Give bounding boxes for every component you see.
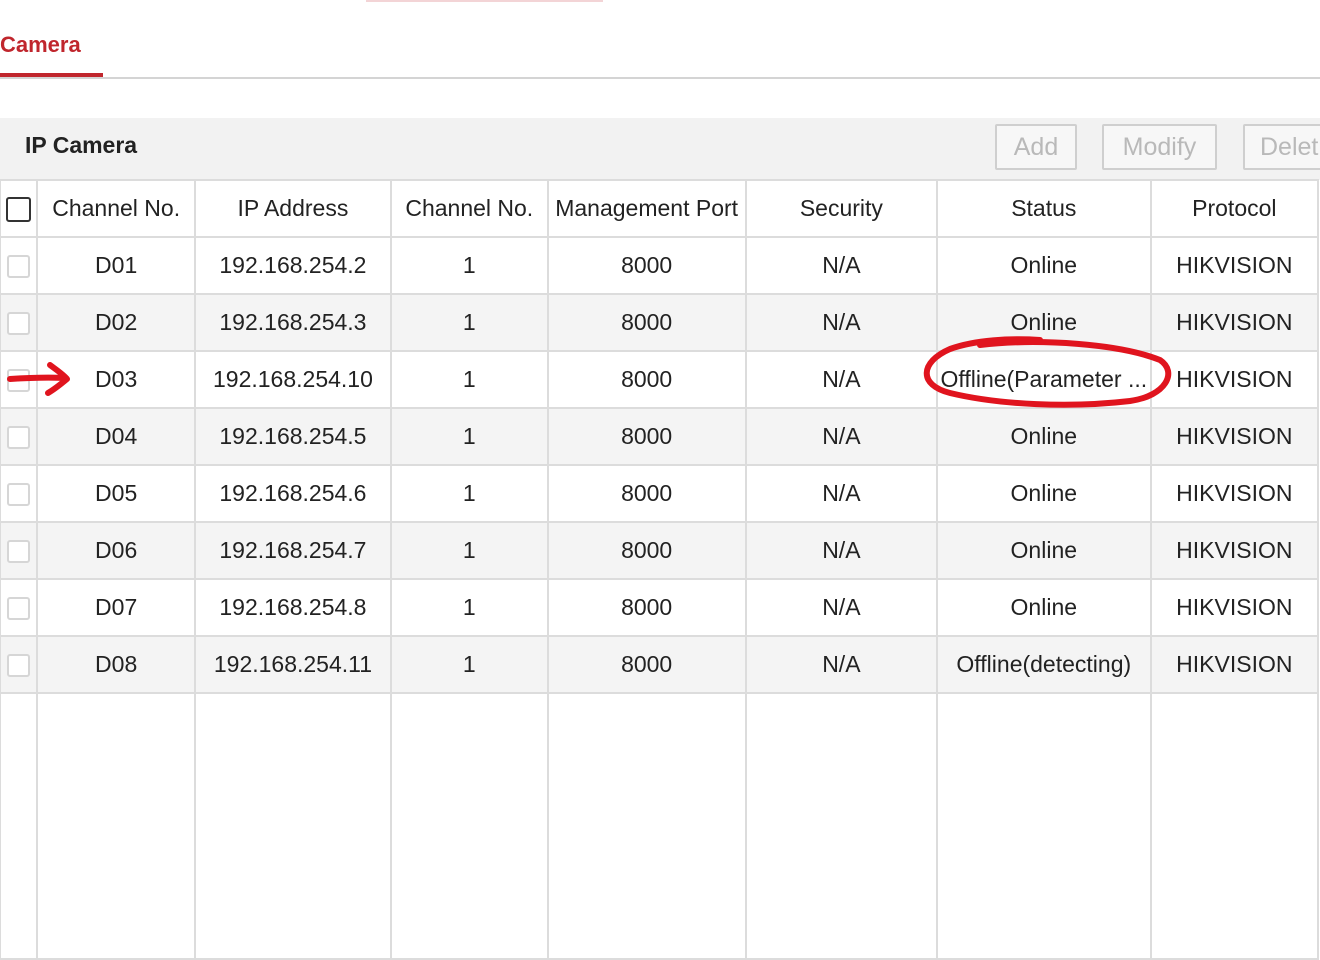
row-checkbox[interactable] bbox=[7, 255, 31, 279]
row-checkbox[interactable] bbox=[7, 312, 31, 336]
table-row[interactable]: D06 192.168.254.7 1 8000 N/A Online HIKV… bbox=[0, 521, 1320, 580]
add-button[interactable]: Add bbox=[995, 124, 1077, 170]
security-cell: N/A bbox=[744, 521, 938, 580]
protocol-cell: HIKVISION bbox=[1149, 464, 1320, 523]
row-select-cell bbox=[0, 236, 39, 295]
select-all-cell bbox=[0, 179, 39, 238]
protocol-cell: HIKVISION bbox=[1149, 635, 1320, 694]
row-select-cell bbox=[0, 464, 39, 523]
channel-number-cell: 1 bbox=[390, 464, 549, 523]
management-port-cell: 8000 bbox=[546, 293, 747, 352]
status-cell: Online bbox=[935, 407, 1152, 466]
channel-cell: D08 bbox=[36, 635, 196, 694]
ip-address-cell: 192.168.254.8 bbox=[193, 578, 393, 637]
column-header-security[interactable]: Security bbox=[744, 179, 938, 238]
section-title: IP Camera bbox=[25, 132, 138, 158]
security-cell: N/A bbox=[744, 293, 938, 352]
row-select-cell bbox=[0, 407, 39, 466]
row-checkbox[interactable] bbox=[7, 654, 31, 678]
column-header-channel-no[interactable]: Channel No. bbox=[36, 179, 196, 238]
management-port-cell: 8000 bbox=[546, 635, 747, 694]
delete-button[interactable]: Delet bbox=[1243, 124, 1320, 170]
channel-cell: D05 bbox=[36, 464, 196, 523]
table-row[interactable]: D05 192.168.254.6 1 8000 N/A Online HIKV… bbox=[0, 464, 1320, 523]
row-select-cell bbox=[0, 521, 39, 580]
channel-cell: D02 bbox=[36, 293, 196, 352]
column-header-management-port[interactable]: Management Port bbox=[546, 179, 747, 238]
tab-bar: Camera bbox=[0, 0, 1320, 79]
table-row[interactable]: D03 192.168.254.10 1 8000 N/A Offline(Pa… bbox=[0, 350, 1320, 409]
channel-number-cell: 1 bbox=[390, 350, 549, 409]
channel-number-cell: 1 bbox=[390, 578, 549, 637]
row-checkbox[interactable] bbox=[7, 540, 31, 564]
management-port-cell: 8000 bbox=[546, 350, 747, 409]
channel-cell: D01 bbox=[36, 236, 196, 295]
management-port-cell: 8000 bbox=[546, 578, 747, 637]
channel-number-cell: 1 bbox=[390, 635, 549, 694]
protocol-cell: HIKVISION bbox=[1149, 236, 1320, 295]
table-row[interactable]: D04 192.168.254.5 1 8000 N/A Online HIKV… bbox=[0, 407, 1320, 466]
management-port-cell: 8000 bbox=[546, 521, 747, 580]
ip-address-cell: 192.168.254.3 bbox=[193, 293, 393, 352]
table-row[interactable]: D02 192.168.254.3 1 8000 N/A Online HIKV… bbox=[0, 293, 1320, 352]
column-header-status[interactable]: Status bbox=[935, 179, 1152, 238]
ip-address-cell: 192.168.254.10 bbox=[193, 350, 393, 409]
table-row[interactable]: D07 192.168.254.8 1 8000 N/A Online HIKV… bbox=[0, 578, 1320, 637]
row-checkbox[interactable] bbox=[7, 597, 31, 621]
row-select-cell bbox=[0, 578, 39, 637]
status-cell: Offline(Parameter ... bbox=[935, 350, 1152, 409]
status-cell: Offline(detecting) bbox=[935, 635, 1152, 694]
status-cell: Online bbox=[935, 578, 1152, 637]
channel-number-cell: 1 bbox=[390, 521, 549, 580]
column-header-channel-number[interactable]: Channel No. bbox=[390, 179, 549, 238]
status-cell: Online bbox=[935, 293, 1152, 352]
status-cell: Online bbox=[935, 521, 1152, 580]
protocol-cell: HIKVISION bbox=[1149, 293, 1320, 352]
channel-cell: D04 bbox=[36, 407, 196, 466]
channel-cell: D03 bbox=[36, 350, 196, 409]
select-all-checkbox[interactable] bbox=[6, 197, 32, 223]
protocol-cell: HIKVISION bbox=[1149, 578, 1320, 637]
ip-address-cell: 192.168.254.11 bbox=[193, 635, 393, 694]
channel-number-cell: 1 bbox=[390, 293, 549, 352]
channel-cell: D06 bbox=[36, 521, 196, 580]
row-checkbox[interactable] bbox=[7, 426, 31, 450]
channel-number-cell: 1 bbox=[390, 236, 549, 295]
column-header-protocol[interactable]: Protocol bbox=[1149, 179, 1320, 238]
row-select-cell bbox=[0, 293, 39, 352]
tab-camera[interactable]: Camera bbox=[0, 32, 81, 58]
management-port-cell: 8000 bbox=[546, 464, 747, 523]
security-cell: N/A bbox=[744, 464, 938, 523]
column-header-ip-address[interactable]: IP Address bbox=[193, 179, 393, 238]
row-select-cell bbox=[0, 350, 39, 409]
ip-address-cell: 192.168.254.5 bbox=[193, 407, 393, 466]
security-cell: N/A bbox=[744, 407, 938, 466]
table-row[interactable]: D08 192.168.254.11 1 8000 N/A Offline(de… bbox=[0, 635, 1320, 694]
row-select-cell bbox=[0, 635, 39, 694]
protocol-cell: HIKVISION bbox=[1149, 521, 1320, 580]
channel-cell: D07 bbox=[36, 578, 196, 637]
status-cell: Online bbox=[935, 236, 1152, 295]
modify-button[interactable]: Modify bbox=[1102, 124, 1217, 170]
row-checkbox[interactable] bbox=[7, 369, 31, 393]
management-port-cell: 8000 bbox=[546, 407, 747, 466]
channel-number-cell: 1 bbox=[390, 407, 549, 466]
status-cell: Online bbox=[935, 464, 1152, 523]
ip-address-cell: 192.168.254.6 bbox=[193, 464, 393, 523]
ip-address-cell: 192.168.254.2 bbox=[193, 236, 393, 295]
active-tab-indicator bbox=[0, 73, 103, 77]
table-row[interactable]: D01 192.168.254.2 1 8000 N/A Online HIKV… bbox=[0, 236, 1320, 295]
security-cell: N/A bbox=[744, 236, 938, 295]
management-port-cell: 8000 bbox=[546, 236, 747, 295]
security-cell: N/A bbox=[744, 350, 938, 409]
row-checkbox[interactable] bbox=[7, 483, 31, 507]
table-empty-area bbox=[0, 692, 1320, 960]
ip-address-cell: 192.168.254.7 bbox=[193, 521, 393, 580]
table-header-row: Channel No. IP Address Channel No. Manag… bbox=[0, 179, 1320, 238]
protocol-cell: HIKVISION bbox=[1149, 407, 1320, 466]
ip-camera-table: Channel No. IP Address Channel No. Manag… bbox=[0, 179, 1320, 960]
security-cell: N/A bbox=[744, 635, 938, 694]
security-cell: N/A bbox=[744, 578, 938, 637]
protocol-cell: HIKVISION bbox=[1149, 350, 1320, 409]
